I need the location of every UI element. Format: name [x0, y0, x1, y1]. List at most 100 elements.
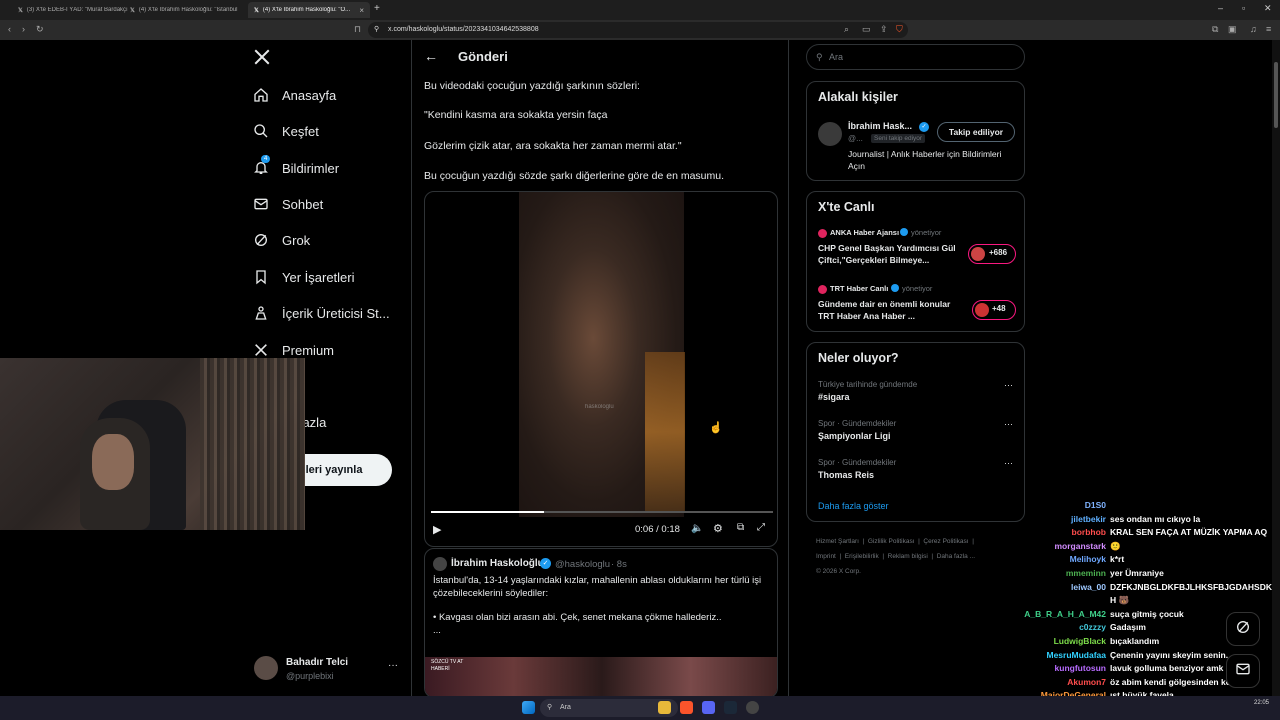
volume-icon[interactable]: 🔈 — [691, 523, 703, 534]
related-name[interactable]: İbrahim Hask... — [848, 121, 912, 131]
grok-icon — [1235, 619, 1251, 640]
nav-item-creator-studio[interactable]: İçerik Üreticisi St... — [252, 301, 390, 325]
footer-link[interactable]: Hizmet Şartları — [816, 538, 859, 545]
quoted-tweet[interactable]: İbrahim Haskoloğlu ✓ @haskologlu · 8s İs… — [424, 548, 778, 698]
trend-item[interactable]: Türkiye tarihinde gündemde #sigara ··· — [818, 380, 1018, 410]
discord-icon[interactable] — [702, 701, 715, 714]
zoom-icon[interactable]: ⌕ — [844, 24, 849, 35]
footer-links: Hizmet Şartları | Gizlilik Politikası | … — [816, 538, 976, 575]
show-more-link[interactable]: Daha fazla göster — [818, 501, 889, 511]
steam-icon[interactable] — [724, 701, 737, 714]
video-player[interactable]: haskologlu ▶ 0:06 / 0:18 🔈 ⚙ ⧉ ⤢ — [424, 191, 778, 547]
nav-item-explore[interactable]: Keşfet — [252, 119, 319, 143]
footer-link[interactable]: Erişilebilirlik — [845, 553, 879, 560]
account-switcher[interactable]: Bahadır Telci @purplebixi ··· — [254, 654, 404, 686]
play-icon[interactable]: ▶ — [433, 523, 441, 536]
chat-text: bıçaklandım — [1110, 636, 1160, 646]
host-avatar — [818, 285, 827, 294]
close-tab-icon[interactable]: × — [359, 6, 364, 15]
nav-label: Anasayfa — [282, 87, 337, 103]
nav-item-grok[interactable]: Grok — [252, 228, 310, 252]
webcam-overlay — [0, 358, 305, 530]
file-explorer-icon[interactable] — [658, 701, 671, 714]
following-button[interactable]: Takip ediliyor — [937, 122, 1015, 142]
card-title: Neler oluyor? — [818, 351, 899, 365]
footer-link[interactable]: Daha fazla ... — [937, 553, 975, 560]
chat-text: H 🐻 — [1110, 595, 1130, 606]
extensions-icon[interactable]: ⧉ — [1212, 24, 1218, 35]
grok-floating-button[interactable] — [1226, 612, 1260, 646]
trend-name: Şampiyonlar Ligi — [818, 431, 891, 441]
avatar[interactable] — [818, 122, 842, 146]
browser-tab[interactable]: 𝕏 (3) X'te EDEB-İ YÂD: "Murat Bardakçı — [12, 2, 134, 18]
search-input[interactable]: ⚲ Ara — [806, 44, 1025, 70]
host-avatar — [818, 229, 827, 238]
trend-context: Spor · Gündemdekiler — [818, 419, 897, 428]
live-item[interactable]: ANKA Haber Ajansı yönetiyor CHP Genel Ba… — [818, 228, 1018, 272]
chat-message: morganstark 🙂 — [1010, 541, 1280, 552]
chat-username: kungfutosun — [1054, 663, 1106, 674]
close-window-icon[interactable]: ✕ — [1264, 3, 1272, 14]
video-progress-track[interactable] — [431, 511, 773, 513]
nav-item-notifications[interactable]: 4 Bildirimler — [252, 155, 339, 180]
more-dots-icon[interactable]: ··· — [1004, 380, 1013, 390]
more-dots-icon[interactable]: ··· — [388, 660, 398, 671]
brave-shield-icon[interactable]: ⛉ — [896, 24, 903, 35]
share-icon[interactable]: ⇪ — [880, 24, 888, 35]
footer-link[interactable]: Gizlilik Politikası — [868, 538, 915, 545]
brave-icon[interactable] — [680, 701, 693, 714]
windows-taskbar: ⚲ Ara 22:05 — [0, 696, 1280, 720]
browser-tab-active[interactable]: 𝕏 (4) X'te İbrahim Haskoloğlu: "Ö... × — [248, 2, 370, 18]
trend-item[interactable]: Spor · Gündemdekiler Thomas Reis ··· — [818, 458, 1018, 488]
trend-item[interactable]: Spor · Gündemdekiler Şampiyonlar Ligi ··… — [818, 419, 1018, 449]
minimize-icon[interactable]: – — [1218, 3, 1223, 13]
chat-text: suça gitmiş çocuk — [1110, 608, 1184, 619]
wallet-icon[interactable]: ▣ — [1228, 24, 1237, 35]
more-dots-icon[interactable]: ··· — [1004, 419, 1013, 429]
nav-item-bookmarks[interactable]: Yer İşaretleri — [252, 265, 355, 289]
windows-start-icon[interactable] — [522, 701, 535, 714]
reload-icon[interactable]: ↻ — [36, 24, 44, 35]
search-icon: ⚲ — [816, 52, 823, 62]
clock: 22:05 — [1254, 700, 1270, 706]
browser-tab[interactable]: 𝕏 (4) X'te İbrahim Haskoloğlu: "İstanbul — [124, 2, 246, 18]
nav-item-chat[interactable]: Sohbet — [252, 192, 323, 216]
address-bar[interactable]: ⚲ x.com/haskologlu/status/20233410346425… — [368, 22, 908, 38]
obs-icon[interactable] — [746, 701, 759, 714]
footer-link[interactable]: Çerez Politikası — [923, 538, 968, 545]
verified-badge-icon: ✓ — [919, 122, 929, 132]
picture-in-picture-icon[interactable]: ⧉ — [737, 522, 744, 533]
bookmark-page-icon[interactable]: ⊓ — [354, 24, 361, 35]
new-tab-button[interactable]: + — [374, 3, 380, 14]
chat-text: lavuk golluma benziyor amk — [1110, 663, 1224, 674]
related-people-card: Alakalı kişiler İbrahim Hask... ✓ @... S… — [806, 81, 1025, 181]
footer-link[interactable]: Reklam bilgisi — [888, 553, 928, 560]
tweet-text-line: "Kendini kasma ara sokakta yersin faça — [424, 109, 608, 121]
more-dots-icon[interactable]: ··· — [1004, 458, 1013, 468]
maximize-icon[interactable]: ▫ — [1242, 3, 1245, 13]
live-item[interactable]: TRT Haber Canlı yönetiyor Gündeme dair e… — [818, 284, 1018, 328]
messages-floating-button[interactable] — [1226, 654, 1260, 688]
profile-handle: @purplebixi — [286, 671, 334, 681]
page-scrollbar[interactable] — [1272, 40, 1280, 696]
menu-icon[interactable]: ≡ — [1266, 24, 1271, 34]
scrollbar-thumb[interactable] — [1274, 62, 1278, 128]
settings-gear-icon[interactable]: ⚙ — [713, 522, 723, 535]
profile-name: Bahadır Telci — [286, 657, 349, 668]
media-icon[interactable]: ♫ — [1250, 24, 1257, 34]
bookmark-icon — [252, 268, 270, 286]
live-listeners-pill: +686 — [968, 244, 1016, 264]
nav-item-home[interactable]: Anasayfa — [252, 83, 336, 107]
trend-name: Thomas Reis — [818, 470, 875, 480]
card-title: Alakalı kişiler — [818, 90, 898, 104]
fullscreen-icon[interactable]: ⤢ — [757, 522, 765, 533]
footer-link[interactable]: Imprint — [816, 553, 836, 560]
quote-text: • Kavgası olan bizi arasın abi. Çek, sen… — [433, 612, 722, 623]
back-arrow-icon[interactable]: ← — [424, 48, 438, 64]
screenshot-icon[interactable]: ▭ — [862, 24, 871, 35]
verified-badge-icon — [900, 228, 908, 236]
chat-message: leiwa_00 DZFKJNBGLDKFBJLHKSFBJGDAHSDKGB — [1010, 582, 1280, 592]
forward-icon[interactable]: › — [22, 24, 25, 34]
x-logo-icon[interactable] — [253, 48, 271, 71]
back-icon[interactable]: ‹ — [8, 24, 11, 34]
